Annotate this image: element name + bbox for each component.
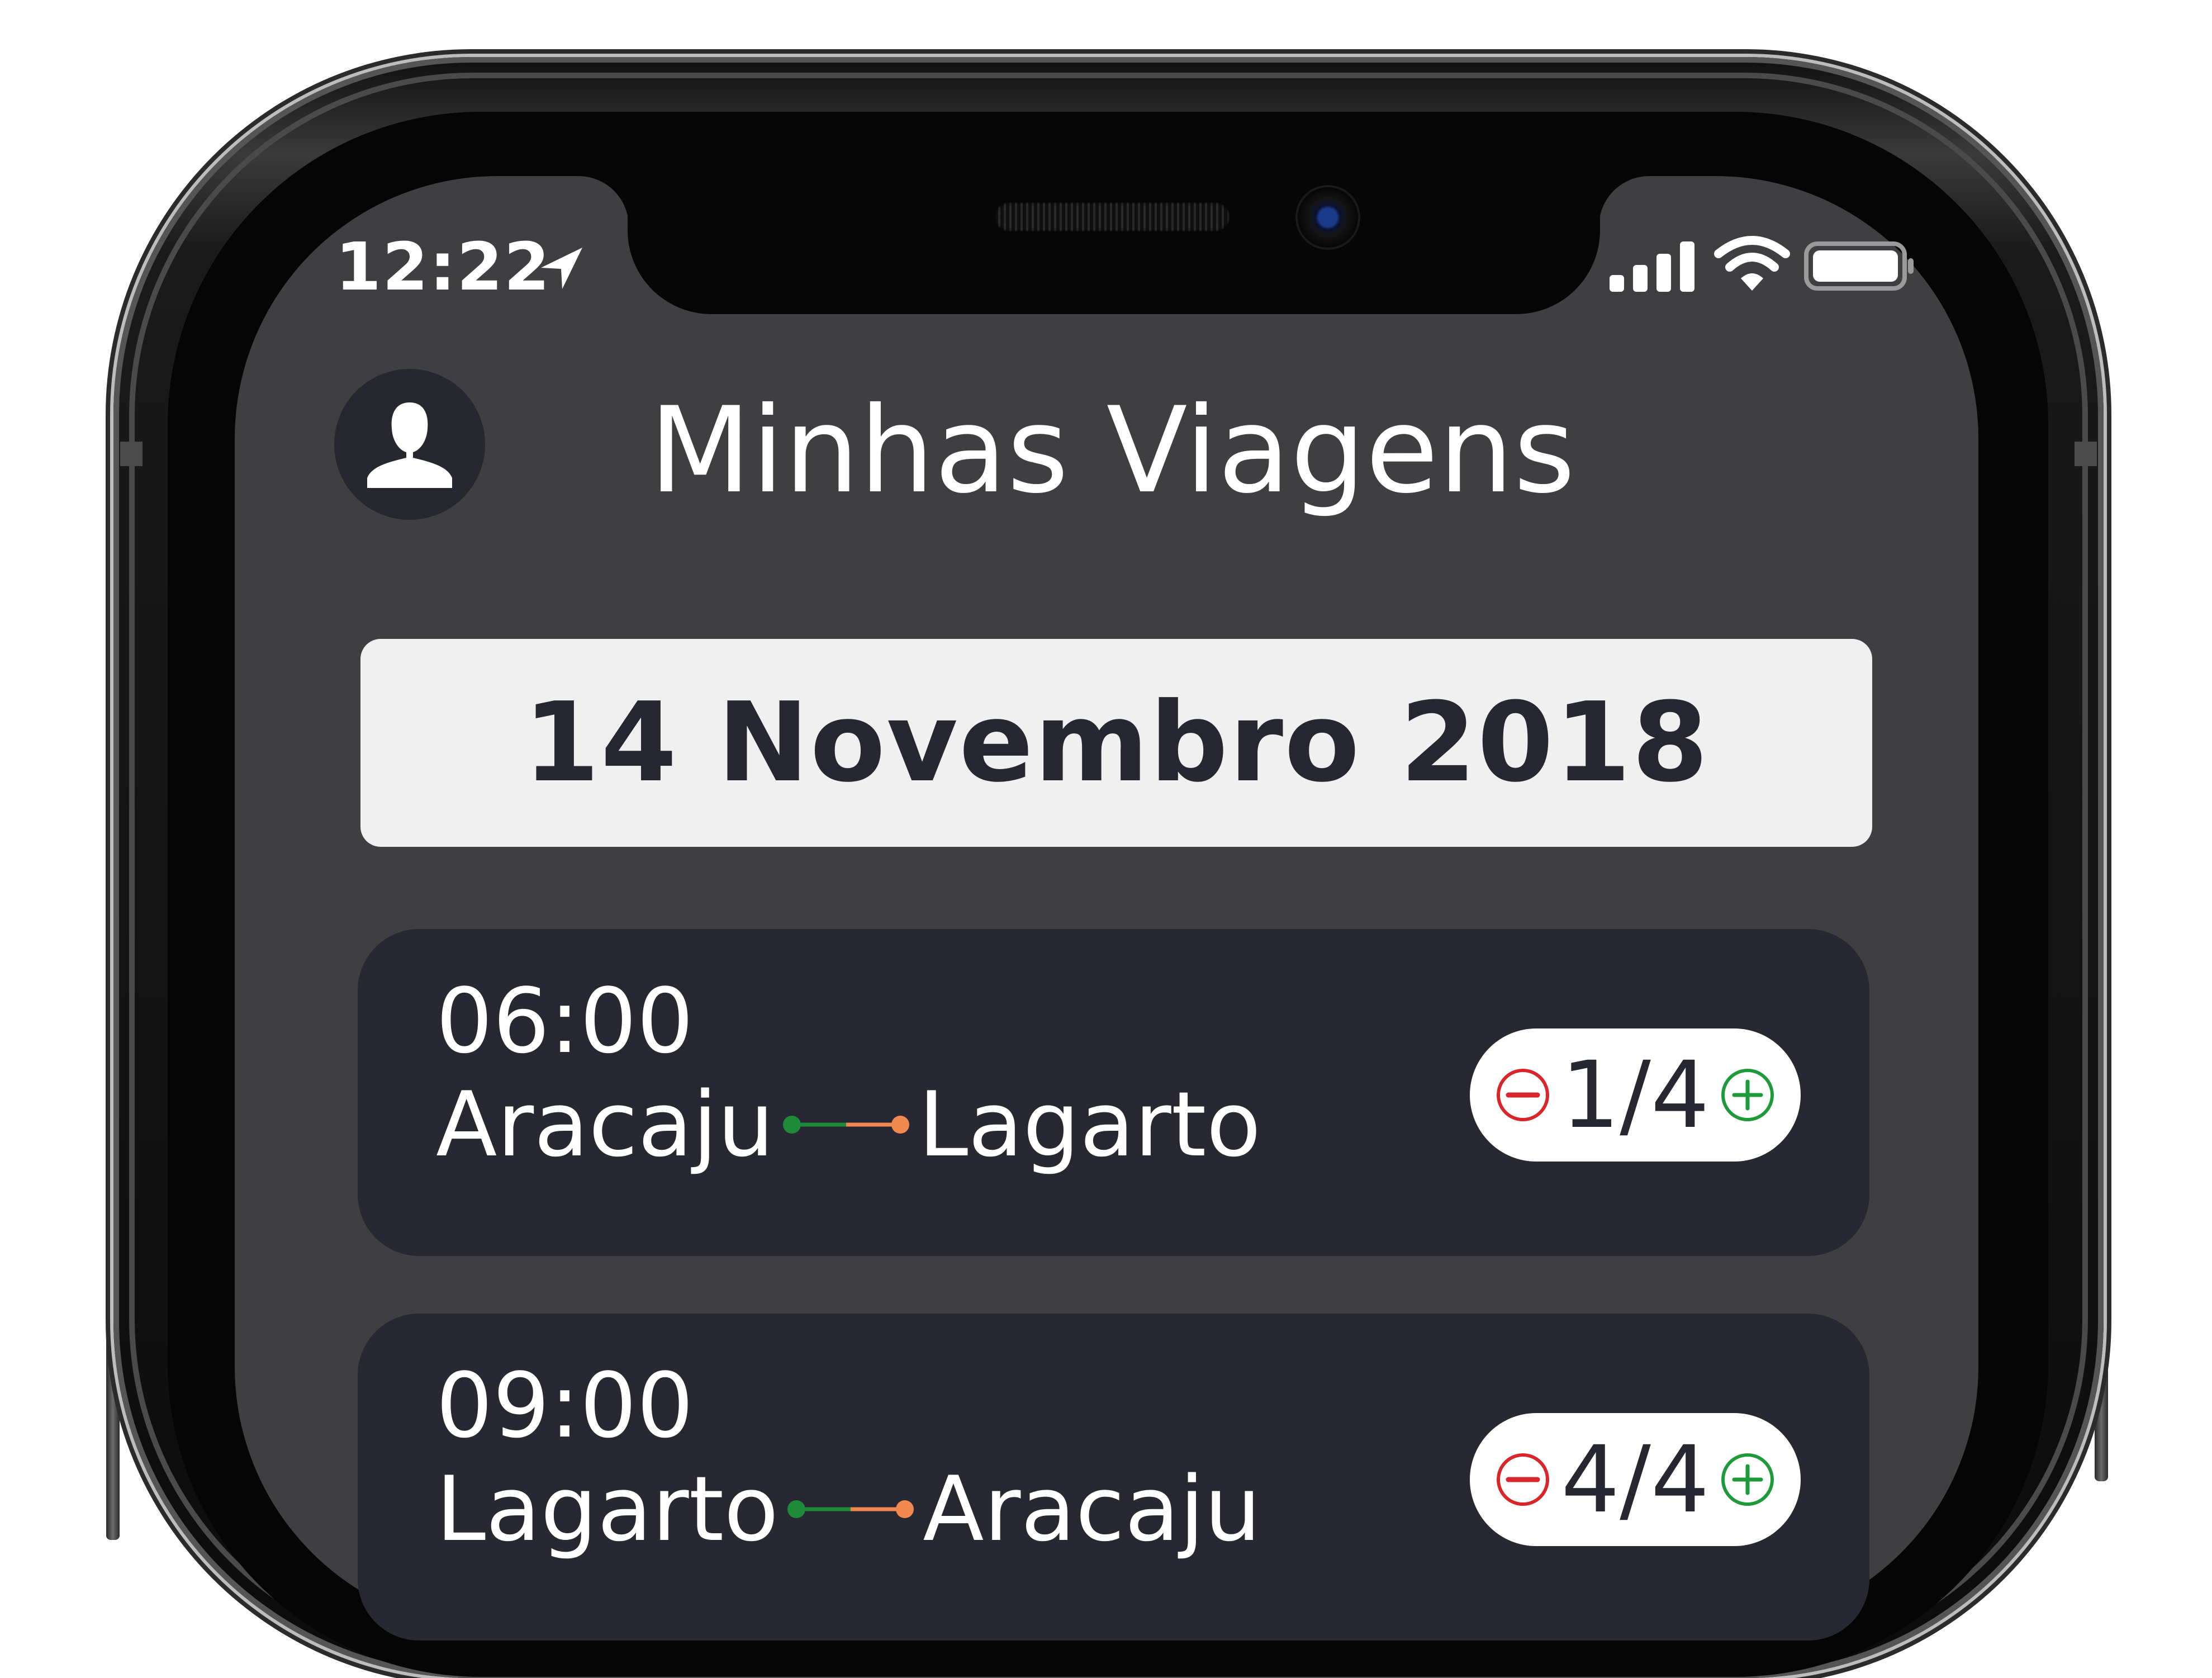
wifi-icon [1714, 236, 1790, 291]
battery-icon [1804, 241, 1914, 291]
plus-circle-icon[interactable] [1720, 1452, 1776, 1508]
status-time: 12:22 [335, 228, 551, 305]
front-camera [1298, 187, 1358, 248]
trip-time: 06:00 [436, 969, 694, 1073]
date-label: 14 Novembro 2018 [523, 679, 1710, 807]
trip-route: Aracaju Lagarto [436, 1074, 1261, 1175]
page-title: Minhas Viagens [649, 381, 1575, 519]
seat-count: 4/4 [1561, 1425, 1710, 1533]
earpiece-speaker [995, 202, 1230, 231]
antenna-band-right [2075, 442, 2097, 466]
trip-route: Lagarto Aracaju [436, 1459, 1261, 1560]
minus-circle-icon[interactable] [1495, 1067, 1551, 1123]
seat-count: 1/4 [1561, 1041, 1710, 1149]
trip-destination: Aracaju [923, 1457, 1261, 1561]
seat-counter: 4/4 [1470, 1413, 1801, 1546]
notch [628, 168, 1600, 314]
date-banner[interactable]: 14 Novembro 2018 [360, 639, 1872, 847]
location-arrow-icon [541, 248, 582, 289]
plus-circle-icon[interactable] [1720, 1067, 1776, 1123]
trip-origin: Lagarto [436, 1457, 779, 1561]
profile-avatar-button[interactable] [334, 369, 485, 520]
cellular-signal-icon [1610, 241, 1694, 292]
seat-counter: 1/4 [1470, 1028, 1801, 1162]
route-line-icon [783, 1116, 910, 1134]
trip-destination: Lagarto [918, 1072, 1261, 1177]
trip-time: 09:00 [436, 1353, 694, 1458]
trip-card[interactable]: 09:00 Lagarto Aracaju 4/4 [358, 1314, 1869, 1641]
minus-circle-icon[interactable] [1495, 1452, 1551, 1508]
route-line-icon [787, 1500, 914, 1518]
antenna-band-left [120, 442, 143, 466]
trip-origin: Aracaju [436, 1072, 775, 1177]
trip-card[interactable]: 06:00 Aracaju Lagarto 1/4 [358, 929, 1869, 1256]
user-silhouette-icon [367, 402, 452, 488]
